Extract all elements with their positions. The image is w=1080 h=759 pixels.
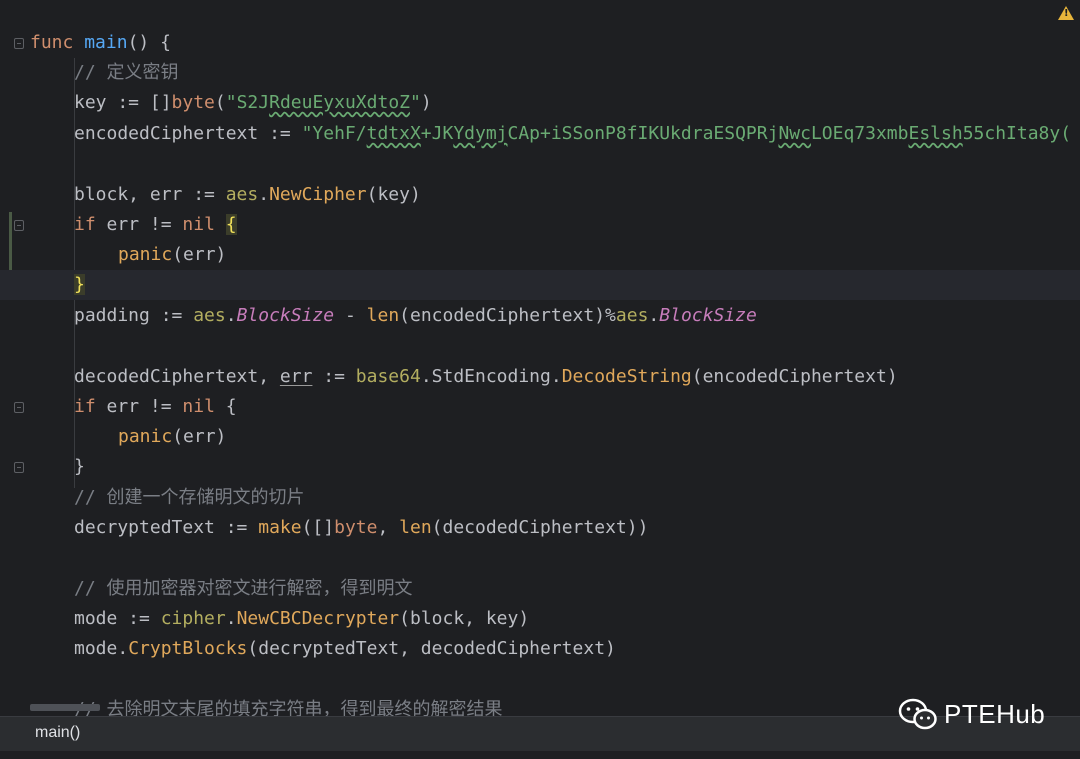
code-editor[interactable]: ! func main() { // 定义密钥 key := []byte("S…	[0, 0, 1080, 716]
warning-badge: !	[1064, 8, 1069, 19]
indent-guide	[74, 420, 75, 454]
code-line-3[interactable]: key := []byte("S2JRdeuEyxuXdtoZ")	[74, 88, 432, 118]
code-comment[interactable]: // 去除明文末尾的填充字符串，得到最终的解密结果	[74, 695, 503, 716]
bottom-strip	[0, 751, 1080, 759]
code-line-4[interactable]: encodedCiphertext := "YehF/tdtxX+JKYdymj…	[74, 119, 1071, 149]
code-line-6[interactable]: block, err := aes.NewCipher(key)	[74, 180, 421, 210]
code-line-21[interactable]: mode.CryptBlocks(decryptedText, decodedC…	[74, 634, 616, 664]
fold-marker-if[interactable]	[14, 220, 24, 231]
code-line-8[interactable]: panic(err)	[118, 240, 226, 270]
code-line-20[interactable]: mode := cipher.NewCBCDecrypter(block, ke…	[74, 604, 529, 634]
code-comment[interactable]: // 创建一个存储明文的切片	[74, 483, 305, 513]
code-line-9-current[interactable]: }	[0, 270, 1080, 300]
fold-marker-if[interactable]	[14, 402, 24, 413]
code-line-14[interactable]: panic(err)	[118, 422, 226, 452]
horizontal-scrollbar[interactable]	[30, 704, 100, 711]
code-line-17[interactable]: decryptedText := make([]byte, len(decode…	[74, 513, 648, 543]
code-comment[interactable]: // 定义密钥	[74, 58, 179, 88]
breadcrumb-item-main[interactable]: main()	[35, 724, 80, 742]
fold-marker-if-end[interactable]	[14, 462, 24, 473]
code-line-15[interactable]: }	[74, 452, 85, 482]
fold-marker-main[interactable]	[14, 38, 24, 49]
code-line-7[interactable]: if err != nil {	[74, 210, 237, 240]
watermark-text: PTEHub	[944, 698, 1046, 729]
wechat-icon	[898, 698, 937, 730]
warning-icon[interactable]: !	[1058, 6, 1074, 20]
code-comment[interactable]: // 使用加密器对密文进行解密，得到明文	[74, 574, 413, 604]
code-line-10[interactable]: padding := aes.BlockSize - len(encodedCi…	[74, 301, 757, 331]
code-line-12[interactable]: decodedCiphertext, err := base64.StdEnco…	[74, 362, 898, 392]
watermark: PTEHub	[898, 694, 1045, 734]
code-line-13[interactable]: if err != nil {	[74, 392, 237, 422]
editor-gutter	[0, 0, 30, 716]
code-line-1[interactable]: func main() {	[30, 28, 171, 58]
